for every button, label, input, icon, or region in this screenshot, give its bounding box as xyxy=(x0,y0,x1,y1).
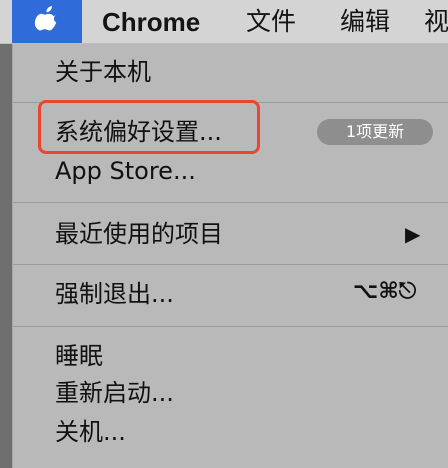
apple-menu-button[interactable] xyxy=(12,0,82,43)
menu-item-restart[interactable]: 重新启动... xyxy=(55,377,174,409)
apple-dropdown-menu: 关于本机 系统偏好设置... 1项更新 App Store... 最近使用的项目… xyxy=(12,44,448,468)
menu-item-force-quit[interactable]: 强制退出... xyxy=(55,278,174,310)
menu-item-shut-down[interactable]: 关机... xyxy=(55,416,126,448)
submenu-arrow-icon: ▶ xyxy=(405,222,421,246)
highlight-annotation xyxy=(38,100,260,154)
menubar-file[interactable]: 文件 xyxy=(246,0,296,43)
menubar-app-name[interactable]: Chrome xyxy=(102,0,200,43)
menu-item-about-this-mac[interactable]: 关于本机 xyxy=(55,56,151,88)
menubar-view[interactable]: 视 xyxy=(424,0,448,43)
menu-item-recent-items[interactable]: 最近使用的项目 xyxy=(55,218,223,250)
menu-item-app-store[interactable]: App Store... xyxy=(55,155,196,187)
apple-logo-icon xyxy=(34,6,57,31)
menu-item-sleep[interactable]: 睡眠 xyxy=(55,340,103,372)
menu-separator xyxy=(13,326,448,327)
menu-bar: Chrome 文件 编辑 视 xyxy=(0,0,448,44)
menubar-edit[interactable]: 编辑 xyxy=(340,0,390,43)
update-badge: 1项更新 xyxy=(317,119,433,145)
force-quit-shortcut: ⌥⌘⎋ xyxy=(353,279,417,304)
menu-separator xyxy=(13,264,448,265)
menu-separator xyxy=(13,202,448,203)
